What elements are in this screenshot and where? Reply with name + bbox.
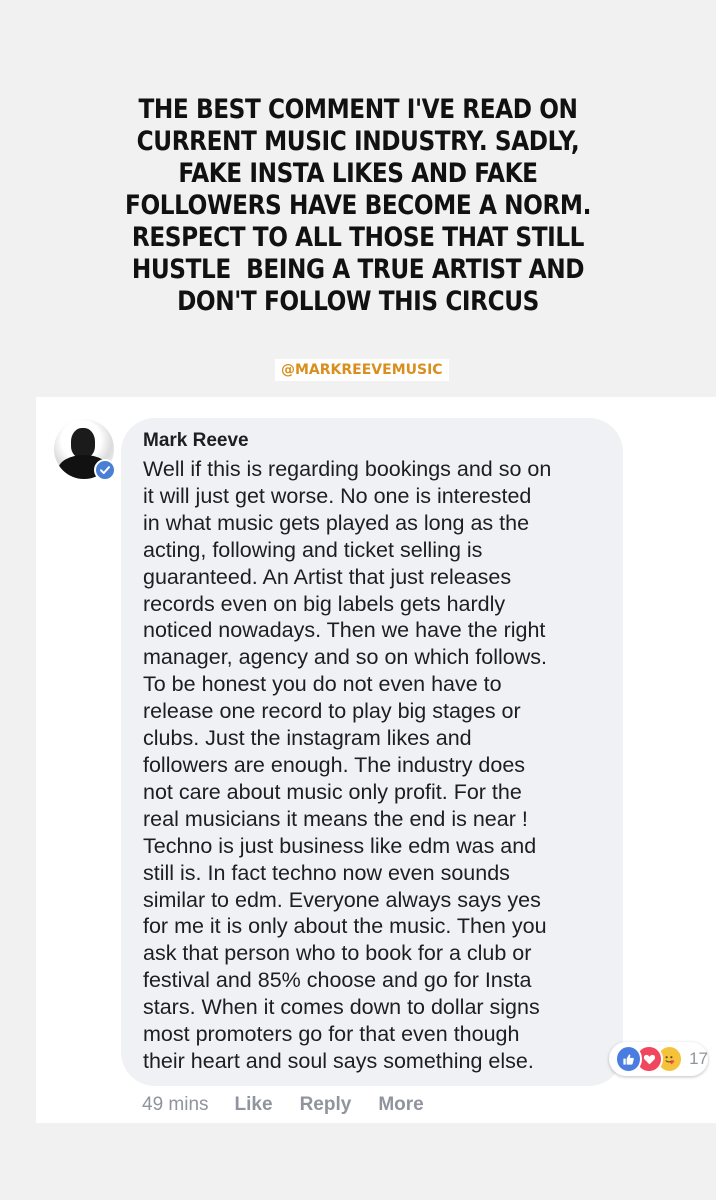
comment-line: Well if this is regarding bookings and s… xyxy=(143,457,552,481)
headline-line: FOLLOWERS HAVE BECOME A NORM. xyxy=(125,190,591,221)
comment-line: followers are enough. The industry does xyxy=(143,752,526,777)
comment-bubble: Mark Reeve Well if this is regarding boo… xyxy=(121,418,623,1086)
comment-line: their heart and soul says something else… xyxy=(143,1048,534,1073)
headline-line: DON'T FOLLOW THIS CIRCUS xyxy=(177,286,539,317)
reply-button[interactable]: Reply xyxy=(300,1094,352,1116)
like-button[interactable]: Like xyxy=(235,1094,273,1116)
comment-author-name[interactable]: Mark Reeve xyxy=(143,430,249,452)
comment-body: Well if this is regarding bookings and s… xyxy=(143,456,613,1075)
verified-check-icon xyxy=(94,459,116,481)
mention-sticker[interactable]: @MARKREEVEMUSIC xyxy=(275,359,449,381)
headline-line: RESPECT TO ALL THOSE THAT STILL xyxy=(131,222,585,253)
comment-line: it will just get worse. No one is intere… xyxy=(143,483,532,508)
comment-line: records even on big labels gets hardly xyxy=(143,591,506,616)
comment-line: Techno is just business like edm was and xyxy=(143,833,537,858)
comment-line: release one record to play big stages or xyxy=(143,699,521,724)
comment-line: not care about music only profit. For th… xyxy=(143,779,522,804)
avatar-head-shape xyxy=(71,428,95,458)
comment-line: noticed nowadays. Then we have the right xyxy=(143,618,546,643)
headline-line: CURRENT MUSIC INDUSTRY. SADLY, xyxy=(136,126,580,157)
reactions-summary[interactable]: 17 xyxy=(609,1042,708,1076)
comment-line: ask that person who to book for a club o… xyxy=(143,941,532,966)
comment-line: festival and 85% choose and go for Insta xyxy=(143,968,532,993)
story-headline: THE BEST COMMENT I'VE READ ON CURRENT MU… xyxy=(50,94,666,318)
comment-line: in what music gets played as long as the xyxy=(143,510,530,535)
comment-line: similar to edm. Everyone always says yes xyxy=(143,887,541,912)
headline-line: FAKE INSTA LIKES AND FAKE xyxy=(178,158,538,189)
comment-line: stars. When it comes down to dollar sign… xyxy=(143,995,540,1020)
headline-line: HUSTLE BEING A TRUE ARTIST AND xyxy=(131,254,585,285)
reaction-count: 17 xyxy=(689,1049,708,1068)
comment-line: for me it is only about the music. Then … xyxy=(143,914,547,939)
comment-timestamp[interactable]: 49 mins xyxy=(142,1094,209,1116)
comment-card: Mark Reeve Well if this is regarding boo… xyxy=(36,397,716,1123)
more-button[interactable]: More xyxy=(378,1094,423,1116)
comment-line: real musicians it means the end is near … xyxy=(143,806,528,831)
comment-line: still is. In fact techno now even sounds xyxy=(143,860,510,885)
comment-line: clubs. Just the instagram likes and xyxy=(143,726,472,751)
comment-line: manager, agency and so on which follows. xyxy=(143,645,547,670)
comment-line: guaranteed. An Artist that just releases xyxy=(143,564,512,589)
comment-line: most promoters go for that even though xyxy=(143,1022,520,1047)
comment-actions: 49 mins Like Reply More xyxy=(142,1094,451,1116)
comment-line: To be honest you do not even have to xyxy=(143,672,502,697)
comment-line: acting, following and ticket selling is xyxy=(143,537,483,562)
headline-line: THE BEST COMMENT I'VE READ ON xyxy=(138,94,578,125)
